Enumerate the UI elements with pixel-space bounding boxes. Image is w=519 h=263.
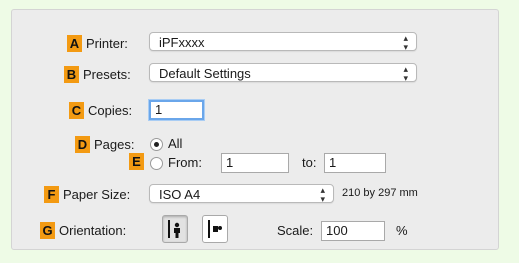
badge-f: F	[44, 185, 59, 203]
print-dialog-panel: A Printer: iPFxxxx ▴ ▾ B Presets: Default…	[11, 9, 499, 250]
pages-all-label: All	[168, 136, 183, 151]
pages-to-field[interactable]: 1	[324, 153, 386, 173]
paper-size-value: ISO A4	[159, 187, 201, 202]
pages-row: D Pages:	[75, 133, 134, 155]
pages-all-radio[interactable]	[150, 138, 163, 151]
paper-size-row: F Paper Size:	[44, 183, 130, 205]
presets-row: B Presets:	[64, 63, 131, 85]
pages-from-radio[interactable]	[150, 157, 163, 170]
paper-dimensions: 210 by 297 mm	[342, 187, 418, 199]
landscape-orientation-icon	[208, 220, 222, 238]
presets-value: Default Settings	[159, 66, 251, 81]
pages-label: Pages:	[94, 136, 135, 152]
badge-a: A	[67, 34, 82, 52]
copies-label: Copies:	[88, 102, 133, 118]
scale-field[interactable]: 100	[321, 221, 385, 241]
scale-unit: %	[396, 223, 408, 238]
presets-popup[interactable]: Default Settings ▴ ▾	[149, 63, 417, 82]
portrait-orientation-icon	[168, 220, 180, 238]
paper-size-popup[interactable]: ISO A4 ▴ ▾	[149, 184, 334, 203]
orientation-row: G Orientation:	[40, 219, 126, 241]
copies-row: C Copies:	[69, 99, 132, 121]
updown-arrows-icon: ▴ ▾	[403, 32, 408, 52]
updown-arrows-icon: ▴ ▾	[320, 184, 325, 204]
badge-b: B	[64, 65, 79, 83]
printer-value: iPFxxxx	[159, 35, 205, 50]
updown-arrows-icon: ▴ ▾	[403, 63, 408, 83]
pages-from-field[interactable]: 1	[221, 153, 289, 173]
scale-label: Scale:	[277, 223, 314, 238]
printer-popup[interactable]: iPFxxxx ▴ ▾	[149, 32, 417, 51]
badge-c: C	[69, 101, 84, 119]
orientation-label: Orientation:	[59, 222, 127, 238]
presets-label: Presets:	[83, 66, 131, 82]
pages-from-label: From:	[168, 155, 202, 170]
printer-label: Printer:	[86, 35, 128, 51]
printer-row: A Printer:	[67, 32, 128, 54]
badge-d: D	[75, 135, 90, 153]
badge-g: G	[40, 221, 55, 239]
paper-size-label: Paper Size:	[63, 186, 131, 202]
landscape-orientation-button[interactable]	[202, 215, 228, 243]
pages-to-label: to:	[302, 155, 317, 170]
copies-field[interactable]: 1	[149, 100, 204, 120]
badge-e: E	[129, 153, 148, 170]
portrait-orientation-button[interactable]	[162, 215, 188, 243]
